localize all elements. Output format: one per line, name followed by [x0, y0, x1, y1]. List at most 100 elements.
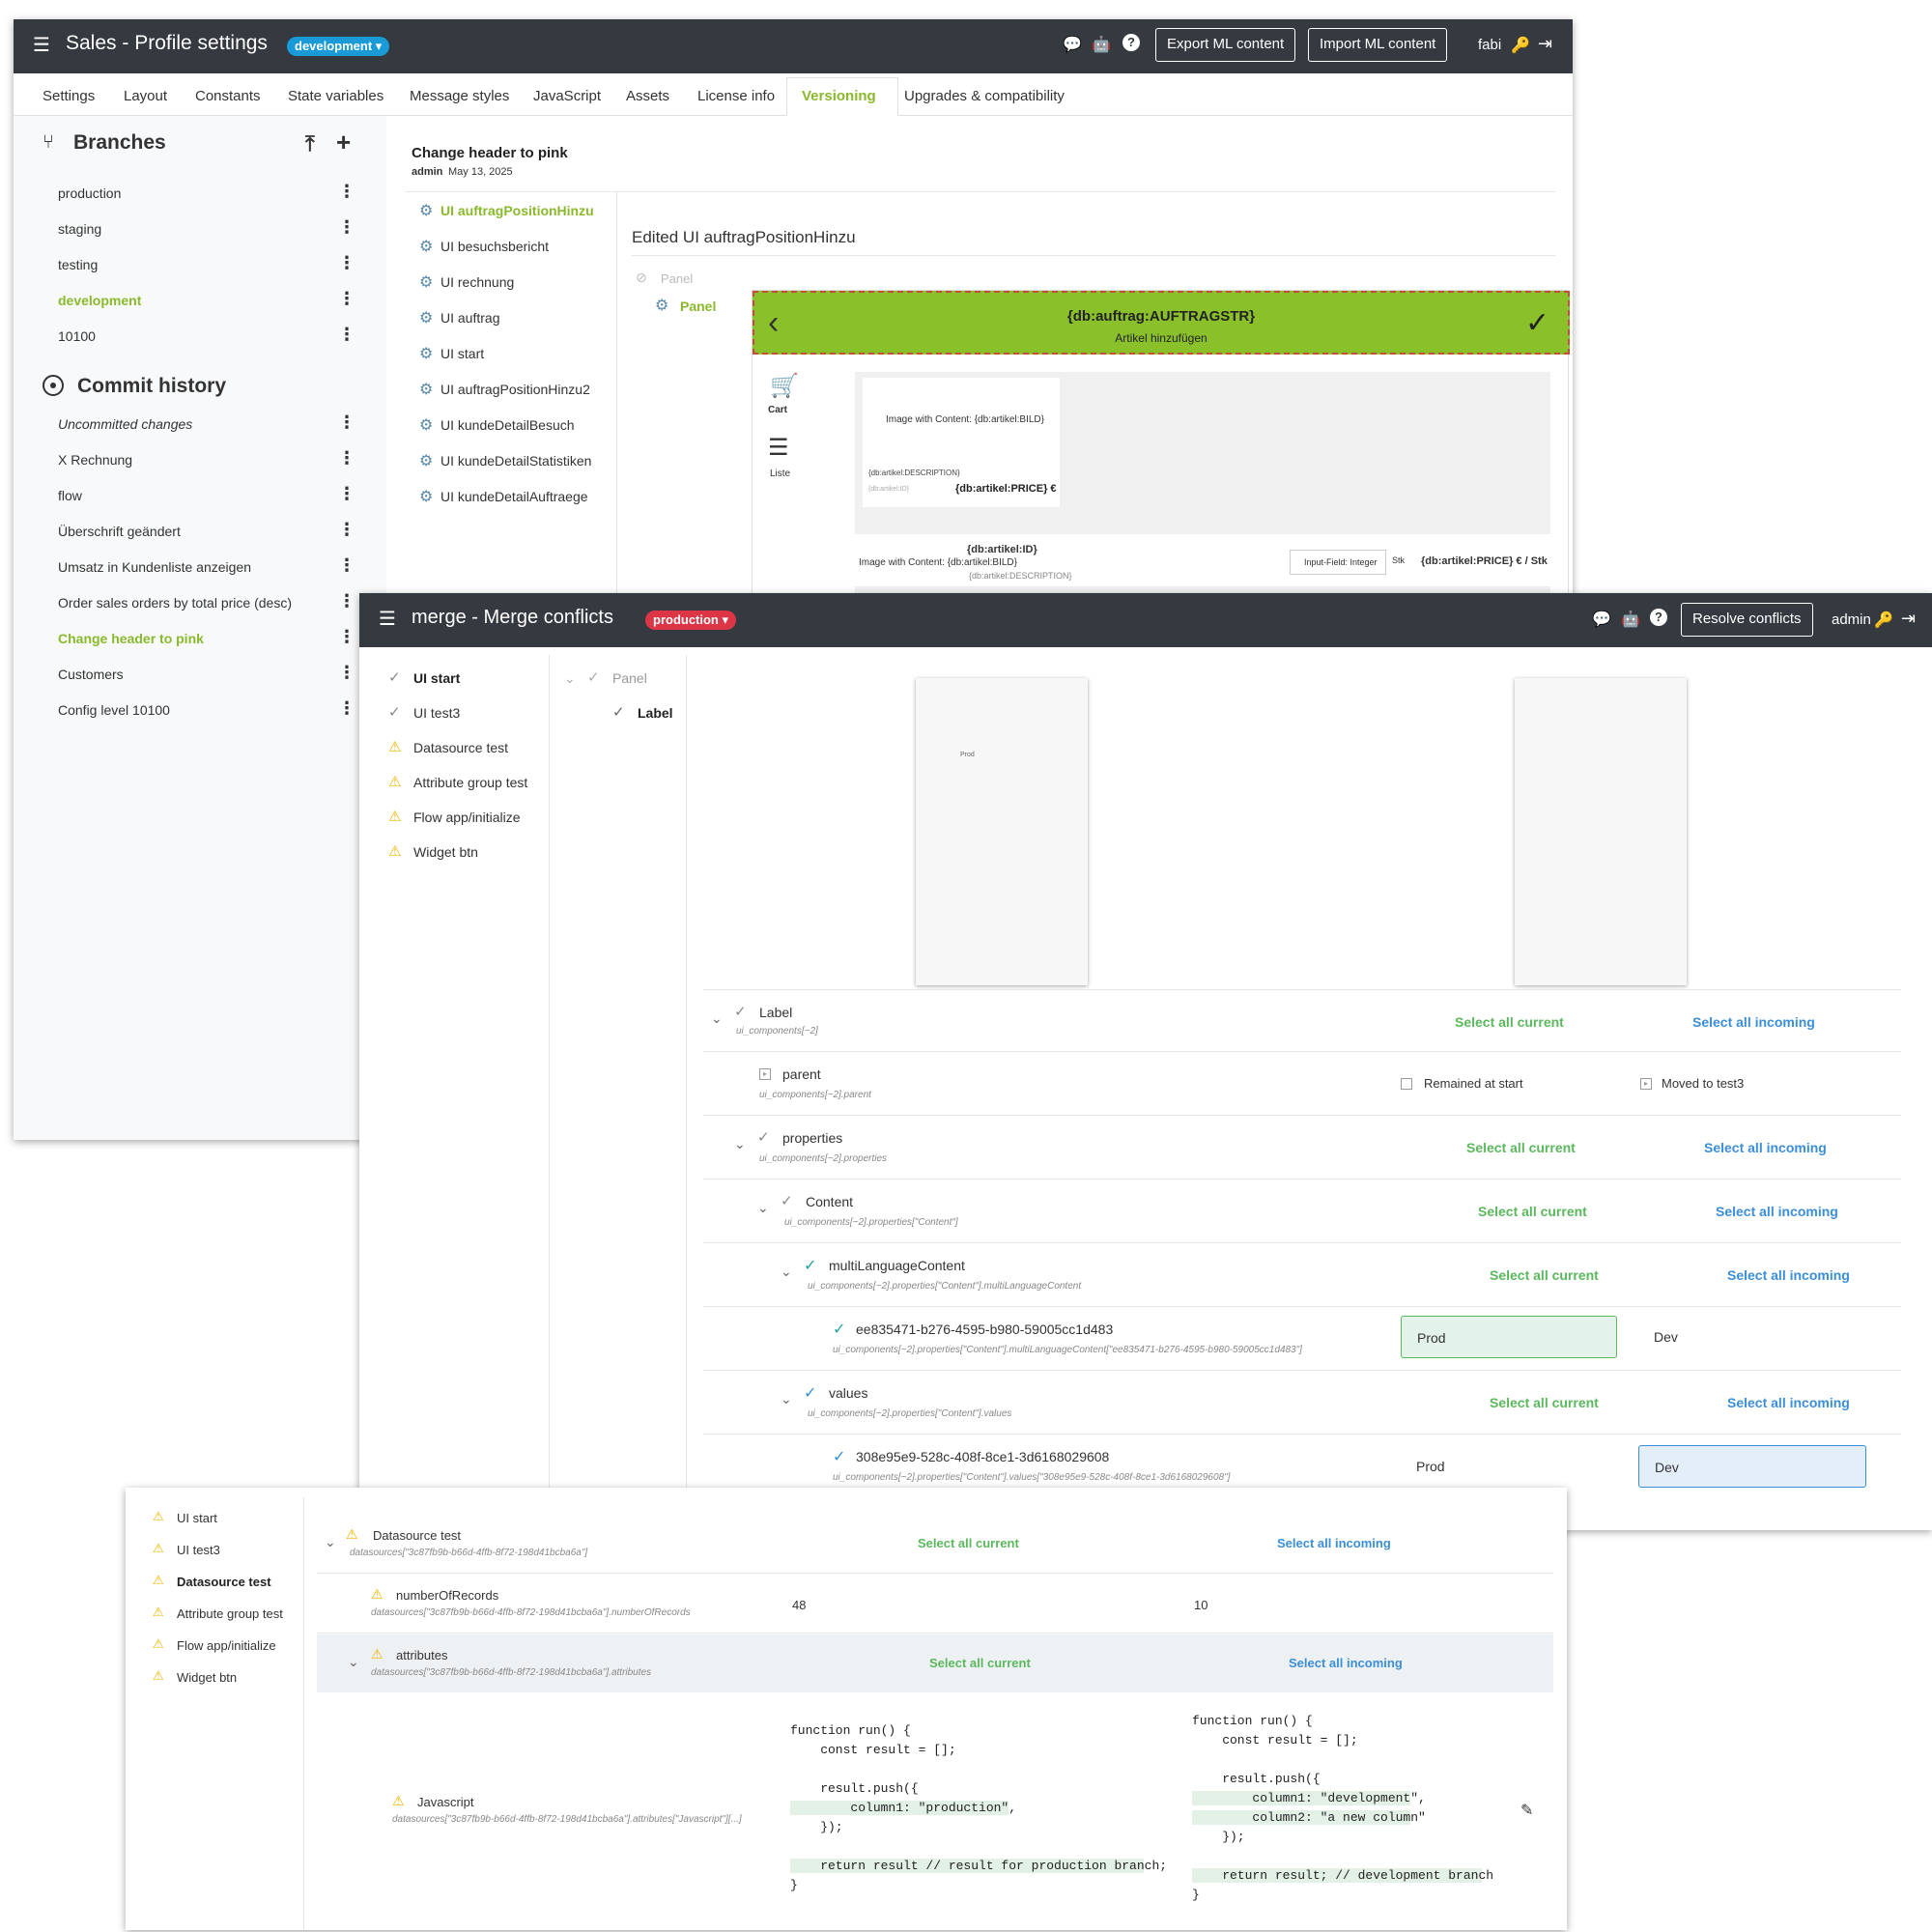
conflict-item-datasource-test[interactable]: Datasource test [177, 1575, 271, 1589]
commit-menu-icon[interactable]: ⋮ [338, 448, 355, 469]
ui-list-item[interactable]: UI start [440, 346, 484, 361]
current-checkbox[interactable] [1401, 1078, 1412, 1090]
ui-list-item[interactable]: UI kundeDetailAuftraege [440, 489, 588, 504]
code-current[interactable]: function run() { const result = []; resu… [790, 1723, 1167, 1907]
expand-square-icon[interactable]: ▸ [759, 1068, 771, 1080]
user-name[interactable]: admin [1832, 611, 1871, 628]
conflict-item-ui-test3[interactable]: UI test3 [413, 705, 460, 721]
ui-list-item[interactable]: UI kundeDetailStatistiken [440, 453, 591, 469]
help-icon[interactable]: ? [1122, 34, 1140, 51]
chevron-down-icon[interactable]: ⌄ [757, 1200, 769, 1216]
tab-javascript[interactable]: JavaScript [533, 88, 601, 104]
conflict-item-flow-app-initialize[interactable]: Flow app/initialize [413, 810, 521, 825]
logout-icon[interactable]: ⇥ [1538, 34, 1552, 54]
user-name[interactable]: fabi [1478, 37, 1501, 53]
tree-panel[interactable]: Panel [612, 670, 647, 686]
add-branch-icon[interactable]: + [336, 128, 351, 157]
tab-settings[interactable]: Settings [43, 88, 95, 104]
conflict-item-widget-btn[interactable]: Widget btn [413, 844, 478, 860]
tab-assets[interactable]: Assets [626, 88, 669, 104]
select-all-incoming-link[interactable]: Select all incoming [1727, 1395, 1850, 1410]
tree-label[interactable]: Label [638, 705, 673, 721]
commit-menu-icon[interactable]: ⋮ [338, 663, 355, 683]
select-all-incoming-link[interactable]: Select all incoming [1704, 1140, 1827, 1155]
commit-menu-icon[interactable]: ⋮ [338, 484, 355, 504]
conflict-item-ui-test3[interactable]: UI test3 [177, 1543, 220, 1557]
commit-item[interactable]: Config level 10100 [58, 702, 170, 718]
conflict-item-flow-app-initialize[interactable]: Flow app/initialize [177, 1638, 276, 1653]
conflict-item-ui-start[interactable]: UI start [413, 670, 460, 686]
ui-list-item[interactable]: UI auftrag [440, 310, 499, 326]
select-all-current-link[interactable]: Select all current [1466, 1140, 1576, 1155]
import-ml-content-button[interactable]: Import ML content [1308, 28, 1448, 62]
cart-icon[interactable]: 🛒 [770, 372, 799, 400]
select-all-incoming-link[interactable]: Select all incoming [1289, 1656, 1403, 1670]
conflict-item-attribute-group-test[interactable]: Attribute group test [177, 1606, 283, 1621]
branch-badge[interactable]: development ▾ [287, 37, 390, 56]
commit-item[interactable]: Überschrift geändert [58, 524, 181, 539]
commit-menu-icon[interactable]: ⋮ [338, 698, 355, 719]
help-icon[interactable]: ? [1650, 609, 1667, 626]
conflict-item-attribute-group-test[interactable]: Attribute group test [413, 775, 527, 790]
logout-icon[interactable]: ⇥ [1901, 609, 1916, 629]
chat-icon[interactable]: 💬 [1592, 610, 1611, 629]
robot-icon[interactable]: 🤖 [1621, 610, 1640, 629]
conflict-item-datasource-test[interactable]: Datasource test [413, 740, 508, 755]
branch-menu-icon[interactable]: ⋮ [338, 217, 355, 238]
incoming-value-selected[interactable]: Dev [1638, 1445, 1866, 1488]
chevron-down-icon[interactable]: ⌄ [711, 1010, 723, 1027]
chevron-down-icon[interactable]: ⌄ [348, 1654, 359, 1670]
branch-menu-icon[interactable]: ⋮ [338, 253, 355, 273]
select-all-current-link[interactable]: Select all current [1490, 1267, 1599, 1283]
tab-license-info[interactable]: License info [697, 88, 775, 104]
code-incoming[interactable]: function run() { const result = []; resu… [1192, 1714, 1520, 1917]
tab-state-variables[interactable]: State variables [288, 88, 384, 104]
tab-upgrades-compatibility[interactable]: Upgrades & compatibility [904, 88, 1065, 104]
select-all-incoming-link[interactable]: Select all incoming [1692, 1014, 1815, 1030]
edit-icon[interactable]: ✎ [1520, 1801, 1533, 1820]
quantity-input[interactable]: Input-Field: Integer [1290, 550, 1386, 575]
select-all-current-link[interactable]: Select all current [1455, 1014, 1564, 1030]
chat-icon[interactable]: 💬 [1063, 35, 1082, 54]
commit-item[interactable]: Customers [58, 667, 124, 682]
commit-menu-icon[interactable]: ⋮ [338, 627, 355, 647]
nrec-incoming[interactable]: 10 [1194, 1598, 1208, 1612]
commit-item[interactable]: Umsatz in Kundenliste anzeigen [58, 559, 251, 575]
upload-icon[interactable]: ⤒ [305, 131, 315, 156]
branch-production[interactable]: production [58, 185, 121, 201]
select-all-incoming-link[interactable]: Select all incoming [1727, 1267, 1850, 1283]
ui-list-item[interactable]: UI kundeDetailBesuch [440, 417, 575, 433]
select-all-incoming-link[interactable]: Select all incoming [1277, 1536, 1391, 1550]
hamburger-menu-icon[interactable]: ☰ [33, 33, 50, 57]
branch-menu-icon[interactable]: ⋮ [338, 182, 355, 202]
row-parent-incoming[interactable]: Moved to test3 [1662, 1076, 1744, 1091]
current-value-selected[interactable]: Prod [1401, 1316, 1617, 1358]
tab-message-styles[interactable]: Message styles [410, 88, 509, 104]
incoming-value[interactable]: Dev [1654, 1329, 1678, 1345]
export-ml-content-button[interactable]: Export ML content [1155, 28, 1296, 62]
hamburger-menu-icon[interactable]: ☰ [379, 607, 396, 631]
checkmark-icon[interactable]: ✓ [1525, 306, 1549, 340]
ui-list-item[interactable]: UI besuchsbericht [440, 239, 549, 254]
chevron-down-icon[interactable]: ⌄ [781, 1391, 792, 1407]
commit-menu-icon[interactable]: ⋮ [338, 520, 355, 540]
resolve-conflicts-button[interactable]: Resolve conflicts [1681, 603, 1813, 637]
branch-staging[interactable]: staging [58, 221, 101, 237]
chevron-down-icon[interactable]: ⌄ [564, 670, 576, 687]
chevron-down-icon[interactable]: ⌄ [325, 1534, 336, 1550]
conflict-item-ui-start[interactable]: UI start [177, 1511, 217, 1525]
commit-menu-icon[interactable]: ⋮ [338, 555, 355, 576]
select-all-incoming-link[interactable]: Select all incoming [1716, 1204, 1838, 1219]
nrec-current[interactable]: 48 [792, 1598, 806, 1612]
branch-testing[interactable]: testing [58, 257, 98, 272]
branch-development[interactable]: development [58, 293, 141, 308]
incoming-expand-icon[interactable]: ▸ [1640, 1078, 1652, 1090]
conflict-item-widget-btn[interactable]: Widget btn [177, 1670, 237, 1685]
commit-menu-icon[interactable]: ⋮ [338, 591, 355, 611]
ui-list-item[interactable]: UI rechnung [440, 274, 514, 290]
current-value[interactable]: Prod [1416, 1459, 1445, 1474]
list-icon[interactable]: ☰ [768, 434, 789, 462]
commit-item-selected[interactable]: Change header to pink [58, 631, 204, 646]
select-all-current-link[interactable]: Select all current [1490, 1395, 1599, 1410]
tab-layout[interactable]: Layout [124, 88, 167, 104]
